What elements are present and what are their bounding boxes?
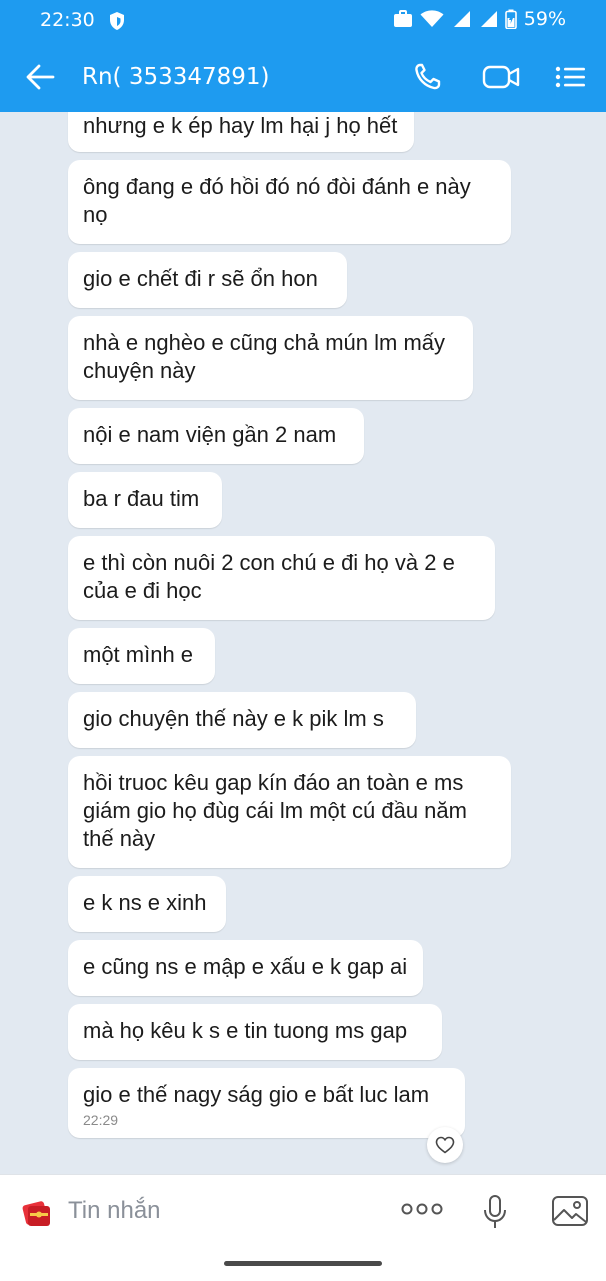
message-bubble[interactable]: gio e chết đi r sẽ ổn hon <box>68 252 347 308</box>
sticker-icon[interactable] <box>18 1195 54 1231</box>
message-text: e cũng ns e mập e xấu e k gap ai <box>83 954 408 979</box>
back-arrow-icon[interactable] <box>24 62 56 92</box>
status-time: 22:30 <box>40 9 95 31</box>
home-indicator[interactable] <box>224 1261 382 1266</box>
vpn-shield-icon <box>110 12 124 30</box>
message-text: gio chuyện thế này e k pik lm s <box>83 706 384 731</box>
message-bubble[interactable]: nội e nam viện gần 2 nam <box>68 408 364 464</box>
image-icon[interactable] <box>551 1194 589 1228</box>
chat-header: Rn( 353347891) <box>0 42 606 112</box>
message-bubble[interactable]: ông đang e đó hồi đó nó đòi đánh e này n… <box>68 160 511 244</box>
message-text: ba r đau tim <box>83 486 200 511</box>
react-button[interactable] <box>427 1127 463 1163</box>
message-text: e k ns e xinh <box>83 890 207 915</box>
battery-percent: 59% <box>523 8 566 30</box>
message-text: gio e chết đi r sẽ ổn hon <box>83 266 318 291</box>
message-text: gio e thế nagy ság gio e bất luc lam <box>83 1082 430 1107</box>
message-bubble[interactable]: gio chuyện thế này e k pik lm s <box>68 692 416 748</box>
heart-icon <box>435 1136 455 1154</box>
message-text: e thì còn nuôi 2 con chú e đi họ và 2 e … <box>83 550 455 603</box>
message-bubble[interactable]: e cũng ns e mập e xấu e k gap ai <box>68 940 423 996</box>
signal-icon-2 <box>480 11 497 27</box>
composer-bar: Tin nhắn <box>0 1174 606 1281</box>
message-bubble[interactable]: ba r đau tim <box>68 472 222 528</box>
more-icon[interactable] <box>401 1202 443 1216</box>
work-profile-icon <box>393 10 412 27</box>
message-bubble[interactable]: mà họ kêu k s e tin tuong ms gap <box>68 1004 442 1060</box>
menu-list-icon[interactable] <box>553 62 587 92</box>
message-input[interactable]: Tin nhắn <box>68 1197 161 1225</box>
video-call-icon[interactable] <box>481 62 521 92</box>
message-bubble[interactable]: e k ns e xinh <box>68 876 226 932</box>
message-bubble[interactable]: nhà e nghèo e cũng chả mún lm mấy chuyện… <box>68 316 473 400</box>
status-bar: 22:30 59% <box>0 0 606 42</box>
message-bubble[interactable]: e thì còn nuôi 2 con chú e đi họ và 2 e … <box>68 536 495 620</box>
status-icons: 59% <box>393 8 566 30</box>
battery-icon <box>504 9 517 29</box>
phone-icon[interactable] <box>412 62 446 92</box>
chat-title[interactable]: Rn( 353347891) <box>82 64 270 90</box>
message-bubble[interactable]: hồi truoc kêu gap kín đáo an toàn e ms g… <box>68 756 511 868</box>
message-bubble[interactable]: gio e thế nagy ság gio e bất luc lam 22:… <box>68 1068 465 1138</box>
message-text: hồi truoc kêu gap kín đáo an toàn e ms g… <box>83 770 467 851</box>
message-text: mà họ kêu k s e tin tuong ms gap <box>83 1018 408 1043</box>
message-timestamp: 22:29 <box>83 1112 119 1128</box>
message-bubble[interactable]: một mình e <box>68 628 215 684</box>
microphone-icon[interactable] <box>482 1194 508 1230</box>
message-list[interactable]: nhưng e k ép hay lm hại j họ hết ông đan… <box>0 112 606 1174</box>
message-text: nhà e nghèo e cũng chả mún lm mấy chuyện… <box>83 330 446 383</box>
wifi-icon <box>420 10 444 27</box>
message-text: một mình e <box>83 642 194 667</box>
message-text: nhưng e k ép hay lm hại j họ hết <box>83 113 398 138</box>
message-text: ông đang e đó hồi đó nó đòi đánh e này n… <box>83 174 471 227</box>
message-bubble[interactable]: nhưng e k ép hay lm hại j họ hết <box>68 112 414 152</box>
signal-icon <box>453 11 470 27</box>
message-text: nội e nam viện gần 2 nam <box>83 422 337 447</box>
